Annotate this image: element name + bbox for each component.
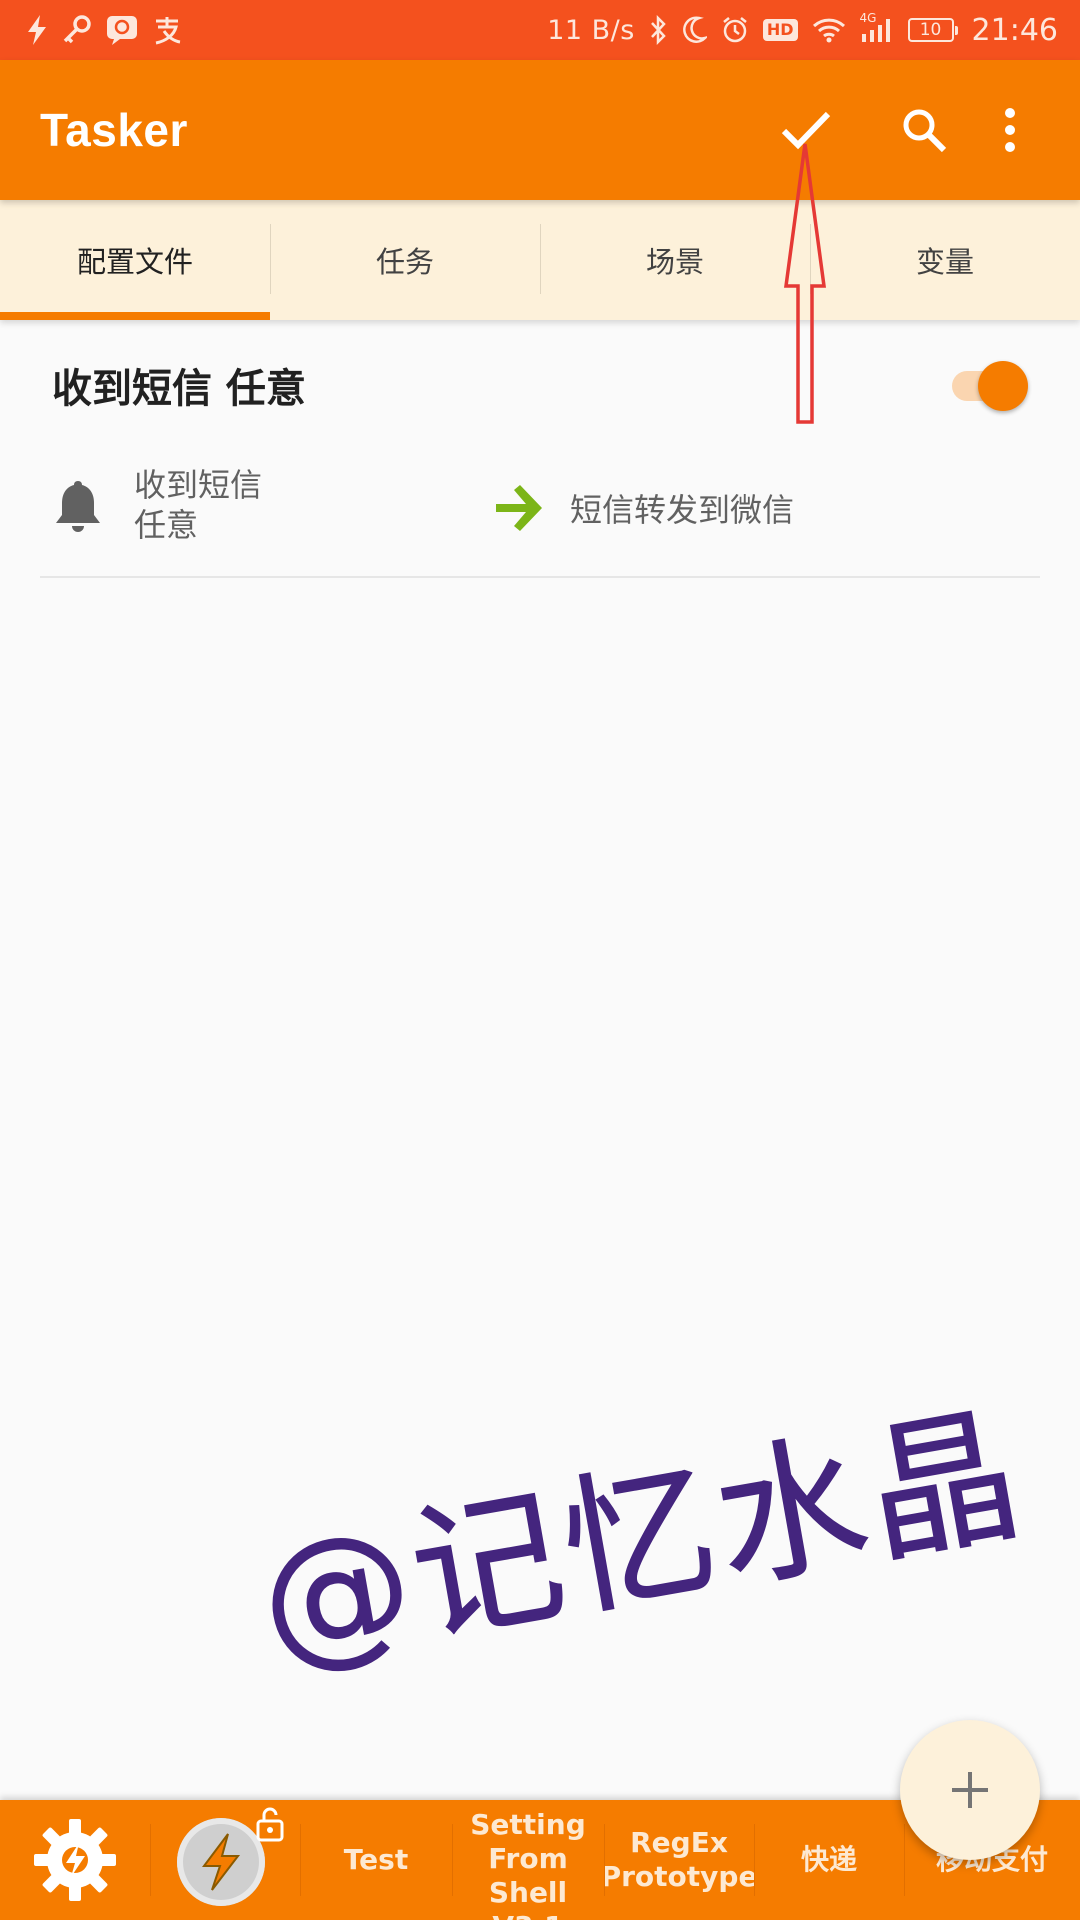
scene-setting-from-shell[interactable]: Setting From Shell V3.1 bbox=[452, 1800, 604, 1920]
network-type: 4G bbox=[859, 11, 877, 25]
status-notifications bbox=[26, 13, 182, 47]
tab-variables[interactable]: 变量 bbox=[810, 200, 1080, 320]
context-label[interactable]: 收到短信 任意 bbox=[134, 455, 434, 545]
tasker-logo bbox=[177, 1818, 265, 1906]
hd-badge: HD bbox=[762, 19, 798, 41]
chat-icon bbox=[106, 13, 138, 47]
profile-header[interactable]: 收到短信 任意 bbox=[0, 320, 1080, 450]
search-icon bbox=[903, 109, 947, 153]
battery-icon: 10 bbox=[907, 18, 958, 42]
scene-express[interactable]: 快递 bbox=[754, 1800, 904, 1920]
scene-regex-line-2: Prototype bbox=[604, 1860, 754, 1893]
key-icon bbox=[62, 13, 92, 47]
status-system: 11 B/s HD 4G 10 21:46 bbox=[547, 11, 1058, 48]
scene-setting-line-2: From bbox=[488, 1842, 568, 1875]
alarm-icon bbox=[721, 13, 749, 47]
status-bar: 11 B/s HD 4G 10 21:46 bbox=[0, 0, 1080, 60]
context-line-2: 任意 bbox=[134, 506, 199, 544]
plus-icon bbox=[952, 1772, 988, 1808]
tab-bar: 配置文件 任务 场景 变量 bbox=[0, 200, 1080, 320]
tab-tasks[interactable]: 任务 bbox=[270, 200, 540, 320]
wifi-icon bbox=[812, 13, 846, 47]
profile-toggle[interactable] bbox=[948, 357, 1032, 413]
arrow-right-icon bbox=[496, 485, 542, 531]
scene-test[interactable]: Test bbox=[300, 1800, 452, 1920]
net-speed: 11 B/s bbox=[547, 14, 635, 46]
add-profile-button[interactable] bbox=[900, 1720, 1040, 1860]
scene-tasker-icon[interactable] bbox=[150, 1800, 300, 1920]
scene-regex-line-1: RegEx bbox=[630, 1826, 728, 1859]
app-bar: Tasker bbox=[0, 60, 1080, 200]
profile-row: 收到短信 任意 短信转发到微信 bbox=[0, 455, 1080, 575]
bell-icon[interactable] bbox=[48, 477, 108, 537]
annotation-arrow bbox=[784, 143, 826, 424]
scene-setting-line-3: Shell V3.1 bbox=[488, 1876, 568, 1920]
tasker-app-icon bbox=[177, 1807, 284, 1908]
tab-scenes[interactable]: 场景 bbox=[540, 200, 810, 320]
overflow-menu-button[interactable] bbox=[980, 84, 1040, 176]
scene-regex-label: RegEx Prototype bbox=[604, 1826, 754, 1894]
toggle-thumb bbox=[978, 361, 1028, 411]
task-label[interactable]: 短信转发到微信 bbox=[570, 485, 794, 531]
bluetooth-icon bbox=[649, 13, 667, 47]
search-button[interactable] bbox=[878, 84, 970, 176]
scene-settings[interactable] bbox=[0, 1800, 150, 1920]
scene-setting-label: Setting From Shell V3.1 bbox=[452, 1808, 604, 1920]
flash-icon bbox=[26, 13, 48, 47]
gear-bolt-icon bbox=[34, 1819, 116, 1901]
alipay-icon bbox=[152, 13, 182, 47]
scene-setting-line-1: Setting bbox=[470, 1808, 586, 1841]
watermark: @记忆水晶 bbox=[247, 1387, 1037, 1693]
signal-icon: 4G bbox=[859, 11, 894, 47]
bolt-icon bbox=[202, 1833, 241, 1891]
unlock-icon bbox=[256, 1807, 284, 1842]
app-title: Tasker bbox=[40, 104, 188, 156]
clock: 21:46 bbox=[971, 12, 1058, 48]
scene-regex-prototype[interactable]: RegEx Prototype bbox=[604, 1800, 754, 1920]
context-line-1: 收到短信 bbox=[134, 466, 263, 504]
moon-icon bbox=[681, 13, 707, 47]
divider bbox=[40, 576, 1040, 578]
tab-profiles[interactable]: 配置文件 bbox=[0, 200, 270, 320]
more-vert-icon bbox=[1005, 108, 1015, 152]
